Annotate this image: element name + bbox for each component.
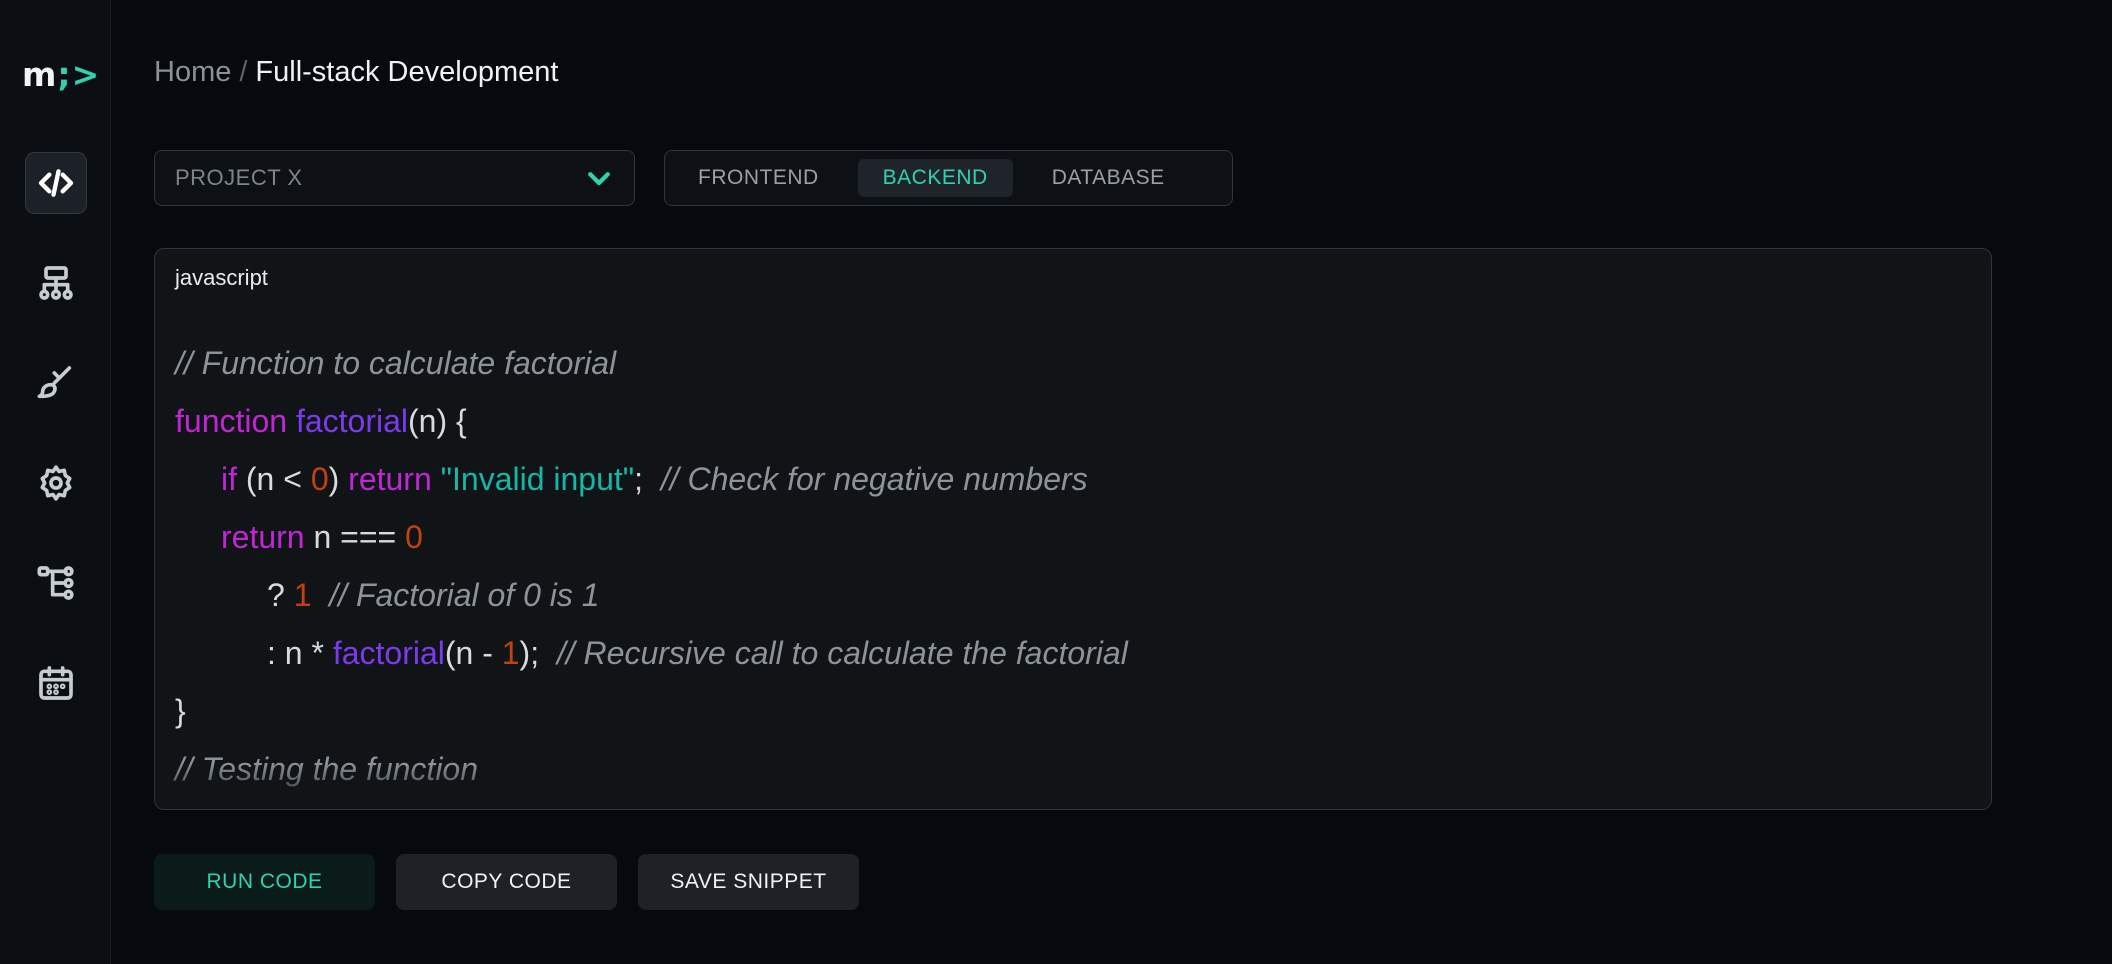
code-line: if (n < 0) return "Invalid input"; // Ch… xyxy=(221,461,1088,497)
code-line: } xyxy=(175,693,186,729)
gear-icon xyxy=(40,465,72,501)
sitemap-icon xyxy=(39,266,73,300)
code-editor[interactable]: javascript // Function to calculate fact… xyxy=(154,248,1992,810)
paintbrush-icon xyxy=(37,366,72,399)
tree-icon xyxy=(37,566,74,600)
sidebar-item-hierarchy[interactable] xyxy=(25,552,87,614)
stack-tabs: FRONTEND BACKEND DATABASE xyxy=(664,150,1233,206)
project-select-value: PROJECT X xyxy=(175,165,303,190)
code-icon xyxy=(38,169,74,197)
copy-code-button[interactable]: COPY CODE xyxy=(396,854,617,910)
sidebar: m;> xyxy=(0,0,111,964)
code-block[interactable]: // Function to calculate factorial funct… xyxy=(175,334,1971,809)
logo-accent: ;> xyxy=(57,55,101,94)
breadcrumb-current: Full-stack Development xyxy=(255,56,559,88)
run-code-button[interactable]: RUN CODE xyxy=(154,854,375,910)
breadcrumb: Home / Full-stack Development xyxy=(154,52,558,92)
tab-frontend[interactable]: FRONTEND xyxy=(673,159,844,197)
calendar-icon xyxy=(39,666,73,700)
code-line: ? 1 // Factorial of 0 is 1 xyxy=(267,577,600,613)
chevron-down-icon xyxy=(588,172,610,186)
breadcrumb-separator: / xyxy=(239,56,248,88)
sidebar-item-settings[interactable] xyxy=(25,452,87,514)
sidebar-item-code[interactable] xyxy=(25,152,87,214)
save-snippet-button[interactable]: SAVE SNIPPET xyxy=(638,854,859,910)
brand-logo[interactable]: m;> xyxy=(22,55,99,95)
tab-backend[interactable]: BACKEND xyxy=(857,159,1013,197)
sidebar-item-design[interactable] xyxy=(25,352,87,414)
tab-database[interactable]: DATABASE xyxy=(1027,159,1190,197)
breadcrumb-home[interactable]: Home xyxy=(154,56,231,88)
code-line: : n * factorial(n - 1); // Recursive cal… xyxy=(267,635,1128,671)
sidebar-item-calendar[interactable] xyxy=(25,652,87,714)
code-line: // Function to calculate factorial xyxy=(175,345,617,381)
logo-main: m xyxy=(22,55,58,94)
scroll-fade xyxy=(155,763,1991,809)
code-line: function factorial(n) { xyxy=(175,403,467,439)
code-line: return n === 0 xyxy=(221,519,423,555)
language-label: javascript xyxy=(175,265,268,290)
sidebar-item-sitemap[interactable] xyxy=(25,252,87,314)
project-select[interactable]: PROJECT X xyxy=(154,150,635,206)
